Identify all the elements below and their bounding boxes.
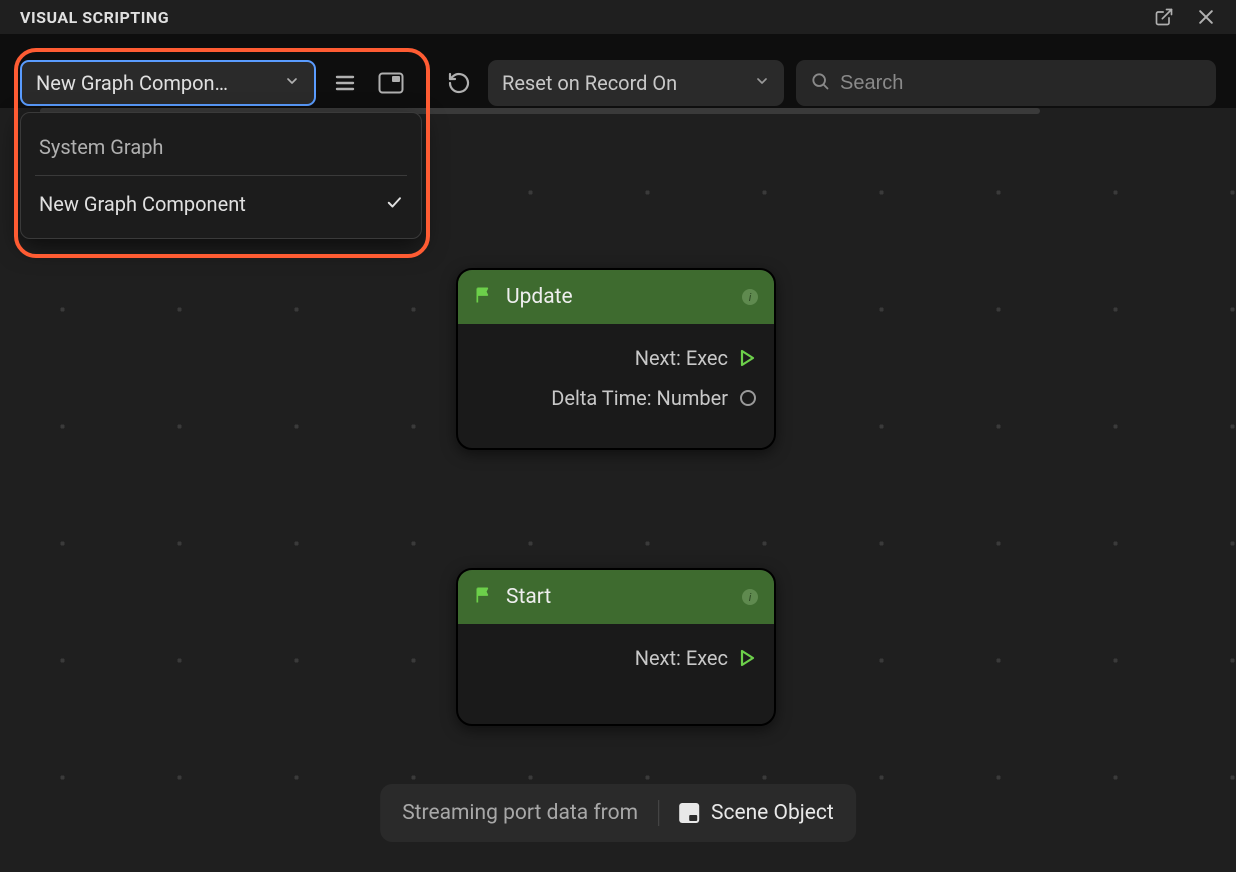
titlebar-actions <box>1154 7 1216 27</box>
node-title: Update <box>506 285 730 309</box>
minimap-button[interactable] <box>374 66 408 100</box>
streaming-footer: Streaming port data from Scene Object <box>380 784 856 842</box>
port-delta-time[interactable]: Delta Time: Number <box>476 378 756 418</box>
search-box[interactable] <box>796 60 1216 106</box>
port-exec-next[interactable]: Next: Exec <box>476 338 756 378</box>
node-header[interactable]: Start i <box>458 570 774 624</box>
toolbar: New Graph Compon… Reset on Record On <box>20 60 1216 106</box>
streaming-object[interactable]: Scene Object <box>679 801 834 825</box>
chevron-down-icon <box>284 73 300 93</box>
close-icon[interactable] <box>1196 7 1216 27</box>
graph-selector-menu: System Graph New Graph Component <box>20 112 422 239</box>
data-port-icon <box>740 390 756 406</box>
divider <box>658 800 659 826</box>
node-body: Next: Exec <box>458 624 774 696</box>
streaming-object-label: Scene Object <box>711 801 834 825</box>
exec-port-icon <box>740 349 756 367</box>
node-update[interactable]: Update i Next: Exec Delta Time: Number <box>456 268 776 450</box>
info-icon[interactable]: i <box>742 589 758 605</box>
menu-item-label: New Graph Component <box>39 192 246 216</box>
node-body: Next: Exec Delta Time: Number <box>458 324 774 436</box>
search-input[interactable] <box>840 72 1202 95</box>
reset-mode-select[interactable]: Reset on Record On <box>488 60 784 106</box>
menu-item-system-graph[interactable]: System Graph <box>21 123 421 171</box>
node-header[interactable]: Update i <box>458 270 774 324</box>
reset-mode-label: Reset on Record On <box>502 71 746 95</box>
info-icon[interactable]: i <box>742 289 758 305</box>
dot-grid <box>4 134 1236 872</box>
menu-item-label: System Graph <box>39 135 163 159</box>
graph-selector-label: New Graph Compon… <box>36 71 276 95</box>
port-label: Next: Exec <box>635 346 728 370</box>
port-exec-next[interactable]: Next: Exec <box>476 638 756 678</box>
scene-object-icon <box>679 803 699 823</box>
menu-item-new-graph-component[interactable]: New Graph Component <box>21 180 421 228</box>
search-icon <box>810 71 830 95</box>
divider <box>35 175 407 176</box>
graph-selector-dropdown[interactable]: New Graph Compon… <box>20 60 316 106</box>
exec-port-icon <box>740 649 756 667</box>
port-label: Delta Time: Number <box>551 386 728 410</box>
checkmark-icon <box>385 192 403 216</box>
chevron-down-icon <box>754 73 770 93</box>
list-view-button[interactable] <box>328 66 362 100</box>
node-title: Start <box>506 585 730 609</box>
streaming-prefix: Streaming port data from <box>402 801 638 825</box>
titlebar: VISUAL SCRIPTING <box>0 0 1236 34</box>
popout-icon[interactable] <box>1154 7 1174 27</box>
port-label: Next: Exec <box>635 646 728 670</box>
refresh-button[interactable] <box>442 66 476 100</box>
flag-icon <box>474 285 494 309</box>
node-start[interactable]: Start i Next: Exec <box>456 568 776 726</box>
flag-icon <box>474 585 494 609</box>
panel-title: VISUAL SCRIPTING <box>20 8 169 27</box>
